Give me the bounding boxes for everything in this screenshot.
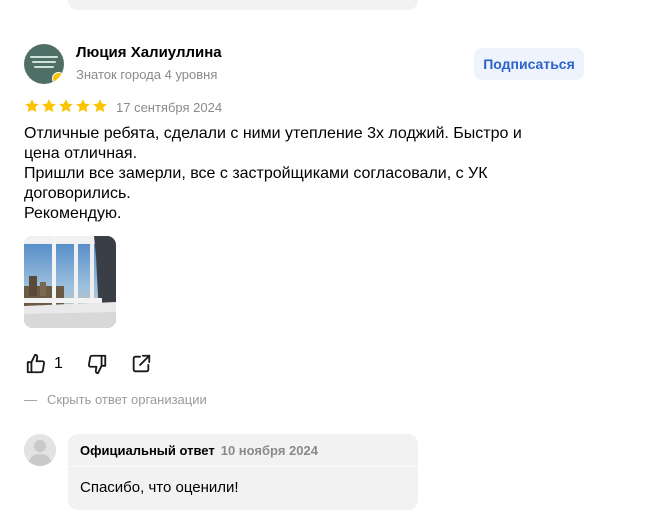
author-avatar[interactable] (24, 44, 64, 84)
organization-avatar (24, 434, 56, 466)
official-answer-text: Спасибо, что оценили! (80, 479, 239, 496)
star-icon (42, 99, 56, 113)
official-answer-label: Официальный ответ (80, 443, 215, 458)
hide-answer-label: Скрыть ответ организации (47, 392, 207, 407)
review-text: Отличные ребята, сделали с ними утеплени… (24, 124, 544, 224)
thumbs-down-icon[interactable] (85, 352, 109, 376)
level-badge-icon (52, 72, 64, 84)
rating-stars (24, 98, 108, 114)
official-answer-card: Официальный ответ 10 ноября 2024 Спасибо,… (68, 434, 418, 510)
avatar-logo-line (34, 66, 54, 68)
review-photo[interactable] (24, 236, 116, 328)
subscribe-button[interactable]: Подписаться (474, 48, 584, 80)
star-icon (25, 99, 39, 113)
review-date: 17 сентября 2024 (116, 100, 223, 115)
thumbs-up-icon[interactable] (24, 352, 48, 376)
official-answer-body: Спасибо, что оценили! (68, 466, 418, 510)
review-text-line: Пришли все замерли, все с застройщиками … (24, 165, 488, 202)
review-text-line: Отличные ребята, сделали с ними утеплени… (24, 125, 522, 162)
dash-icon: — (24, 392, 37, 407)
avatar-logo-line (32, 61, 56, 63)
official-answer-header: Официальный ответ 10 ноября 2024 (80, 443, 318, 458)
previous-answer-card (68, 0, 418, 10)
star-icon (59, 99, 73, 113)
official-answer-date: 10 ноября 2024 (220, 443, 318, 458)
balcony-photo-image (24, 236, 116, 328)
review-text-line: Рекомендую. (24, 205, 122, 222)
likes-count: 1 (54, 355, 63, 372)
hide-answer-toggle[interactable]: — Скрыть ответ организации (24, 392, 207, 407)
avatar-logo-line (30, 56, 58, 58)
author-level: Знаток города 4 уровня (76, 67, 218, 82)
author-name[interactable]: Люция Халиуллина (76, 44, 222, 61)
star-icon (76, 99, 90, 113)
review-actions: 1 (24, 352, 153, 376)
star-icon (93, 99, 107, 113)
user-placeholder-icon (24, 434, 56, 466)
share-icon[interactable] (129, 352, 153, 376)
